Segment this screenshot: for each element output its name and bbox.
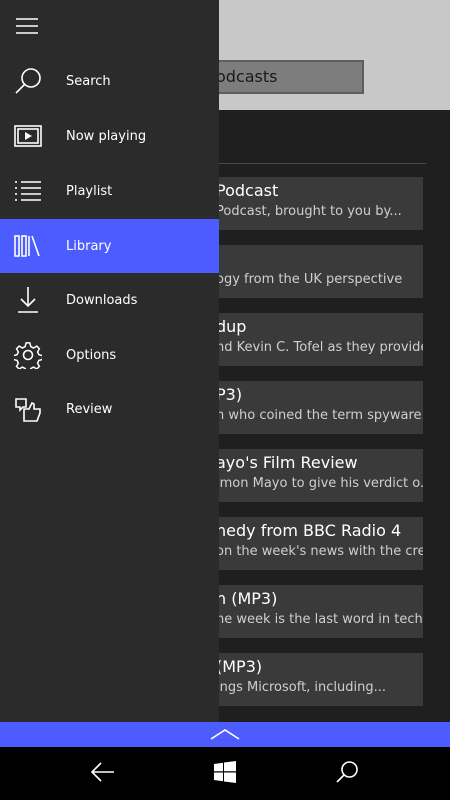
podcast-card[interactable]: (MP3) ings Microsoft, including... <box>200 653 423 706</box>
nav-item-playlist[interactable]: Playlist <box>0 164 219 218</box>
nav-item-label: Options <box>66 347 117 363</box>
podcast-card[interactable]: Podcast Podcast, brought to you by... <box>200 177 423 230</box>
now-playing-icon <box>0 109 56 163</box>
search-icon <box>335 760 359 788</box>
nav-item-label: Playlist <box>66 183 113 199</box>
windows-start-button[interactable] <box>195 747 255 800</box>
divider <box>215 163 426 164</box>
nav-item-label: Now playing <box>66 128 147 144</box>
download-icon <box>0 273 56 327</box>
podcast-card[interactable]: dup nd Kevin C. Tofel as they provide... <box>200 313 423 366</box>
nav-item-downloads[interactable]: Downloads <box>0 273 219 327</box>
hamburger-menu-button[interactable] <box>10 12 44 44</box>
gear-icon <box>0 328 56 382</box>
system-navigation-bar <box>0 747 450 800</box>
podcast-title: (MP3) <box>216 657 263 676</box>
podcast-title: ayo's Film Review <box>216 453 358 472</box>
nav-item-options[interactable]: Options <box>0 328 219 382</box>
podcast-title: n (MP3) <box>216 589 278 608</box>
windows-icon <box>214 760 236 787</box>
podcast-description: Podcast, brought to you by... <box>216 204 402 219</box>
back-button[interactable] <box>73 747 133 800</box>
search-box[interactable]: odcasts <box>200 60 364 94</box>
system-search-button[interactable] <box>317 747 377 800</box>
podcast-title: P3) <box>216 385 243 404</box>
nav-item-label: Library <box>66 238 112 254</box>
podcast-description: imon Mayo to give his verdict o... <box>216 476 423 491</box>
hamburger-icon <box>16 18 38 38</box>
library-icon <box>0 219 56 273</box>
podcast-card[interactable]: P3) n who coined the term spyware... <box>200 381 423 434</box>
podcast-description: ogy from the UK perspective <box>216 272 403 287</box>
review-icon <box>0 382 56 436</box>
chevron-up-icon[interactable] <box>209 725 241 744</box>
podcast-description: he week is the last word in tech.... <box>216 612 423 627</box>
nav-item-label: Review <box>66 401 113 417</box>
podcast-description: on the week's news with the crea... <box>216 544 423 559</box>
nav-item-library[interactable]: Library <box>0 219 219 273</box>
nav-item-search[interactable]: Search <box>0 54 219 108</box>
podcast-description: n who coined the term spyware... <box>216 408 423 423</box>
back-arrow-icon <box>90 761 115 786</box>
podcast-card[interactable]: n (MP3) he week is the last word in tech… <box>200 585 423 638</box>
podcast-title: Podcast <box>216 181 279 200</box>
podcast-card[interactable]: nedy from BBC Radio 4 on the week's news… <box>200 517 423 570</box>
search-icon <box>0 54 56 108</box>
nav-item-label: Search <box>66 73 111 89</box>
nav-item-review[interactable]: Review <box>0 382 219 436</box>
podcast-title: dup <box>216 317 247 336</box>
podcast-card[interactable]: ayo's Film Review imon Mayo to give his … <box>200 449 423 502</box>
podcast-title: nedy from BBC Radio 4 <box>216 521 402 540</box>
nav-item-label: Downloads <box>66 292 138 308</box>
app-bar[interactable] <box>0 722 450 747</box>
podcast-description: nd Kevin C. Tofel as they provide... <box>216 340 423 355</box>
nav-item-now-playing[interactable]: Now playing <box>0 109 219 163</box>
podcast-card[interactable]: ogy from the UK perspective <box>200 245 423 298</box>
playlist-icon <box>0 164 56 218</box>
navigation-pane: Search Now playing Playlist Library Down… <box>0 0 219 722</box>
podcast-description: ings Microsoft, including... <box>216 680 387 695</box>
